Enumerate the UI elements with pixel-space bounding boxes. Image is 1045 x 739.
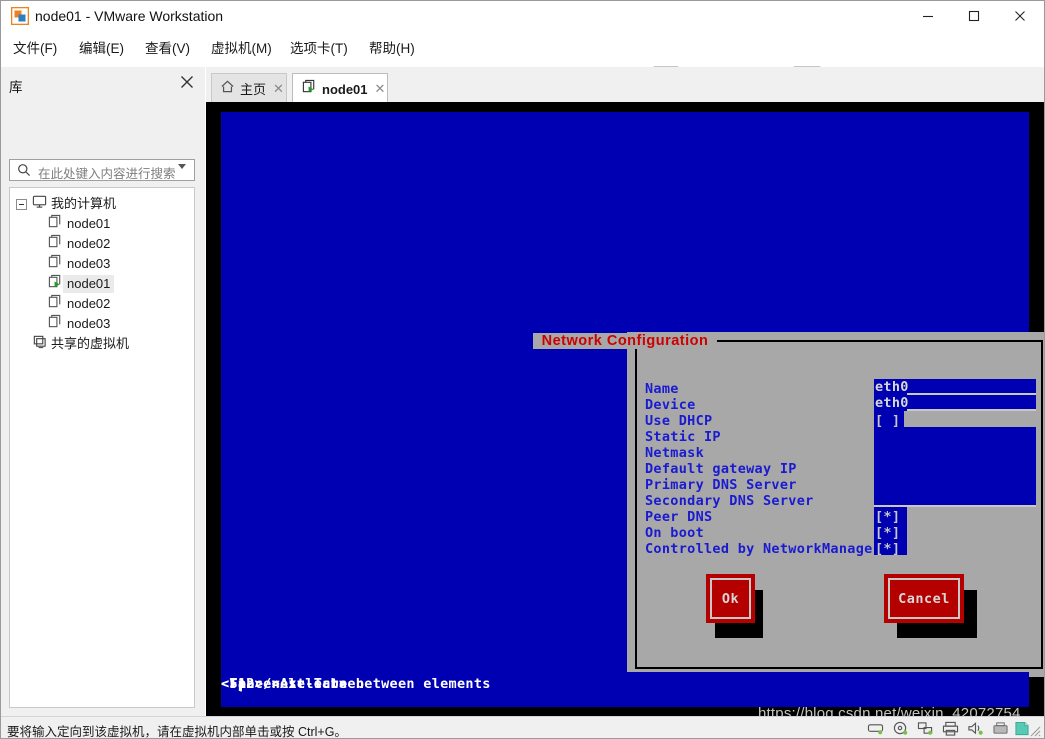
status-printer-icon[interactable] bbox=[942, 721, 959, 738]
maximize-button[interactable] bbox=[951, 1, 997, 31]
field-input-static-ip[interactable] bbox=[874, 427, 1036, 443]
field-label-primary-dns: Primary DNS Server bbox=[645, 477, 797, 493]
tree-item-label: node02 bbox=[67, 296, 111, 311]
vm-icon bbox=[48, 314, 63, 334]
vm-icon bbox=[48, 294, 63, 314]
vm-icon bbox=[48, 254, 63, 274]
ok-button-label: Ok bbox=[721, 590, 740, 607]
field-input-netmask[interactable] bbox=[874, 443, 1036, 459]
status-message-log-icon[interactable] bbox=[1014, 721, 1030, 738]
vm-guest-screen[interactable]: Network Configuration Name Device Use DH… bbox=[221, 112, 1044, 707]
search-chevron-down-icon[interactable] bbox=[178, 164, 186, 187]
field-value-name: eth0 bbox=[875, 379, 909, 395]
vmware-workstation-window: node01 - VMware Workstation 文件(F) 编辑(E) … bbox=[0, 0, 1045, 739]
field-label-on-boot: On boot bbox=[645, 525, 704, 541]
field-input-primary-dns[interactable] bbox=[874, 475, 1036, 491]
tab-close-icon[interactable]: ✕ bbox=[375, 81, 386, 97]
tree-item-label: 共享的虚拟机 bbox=[51, 336, 130, 351]
minimize-button[interactable] bbox=[905, 1, 951, 31]
menu-tabs[interactable]: 选项卡(T) bbox=[290, 39, 348, 59]
library-close-icon[interactable] bbox=[180, 75, 196, 91]
menu-bar: 文件(F) 编辑(E) 查看(V) 虚拟机(M) 选项卡(T) 帮助(H) bbox=[1, 31, 1044, 92]
vm-running-icon bbox=[302, 79, 317, 99]
window-title: node01 - VMware Workstation bbox=[35, 8, 224, 24]
field-label-device: Device bbox=[645, 397, 696, 413]
tab-strip: 主页 ✕ node01 ✕ bbox=[206, 67, 1044, 104]
menu-help[interactable]: 帮助(H) bbox=[369, 39, 415, 59]
cancel-button[interactable]: Cancel bbox=[884, 574, 964, 623]
collapse-icon[interactable] bbox=[16, 198, 27, 210]
vm-running-icon bbox=[48, 274, 63, 294]
vmware-logo-icon bbox=[10, 6, 30, 26]
tui-hint-bar: <Tab>/<Alt-Tab> between elements | <Spac… bbox=[221, 672, 1029, 696]
field-input-secondary-dns[interactable] bbox=[874, 491, 1036, 507]
tree-item-shared-vms[interactable]: 共享的虚拟机 bbox=[32, 334, 133, 354]
menu-vm[interactable]: 虚拟机(M) bbox=[211, 39, 272, 59]
tab-label: 主页 bbox=[240, 82, 267, 97]
checkbox-value-networkmanager: [*] bbox=[875, 541, 901, 557]
status-network-icon[interactable] bbox=[917, 721, 934, 738]
search-placeholder: 在此处键入内容进行搜索 bbox=[38, 167, 176, 181]
search-icon bbox=[17, 163, 31, 182]
tree-item-node01-b[interactable]: node01 bbox=[48, 274, 115, 294]
resize-grip-icon[interactable] bbox=[1029, 724, 1041, 738]
computer-icon bbox=[32, 194, 47, 214]
status-sound-icon[interactable] bbox=[967, 721, 984, 738]
field-label-peer-dns: Peer DNS bbox=[645, 509, 713, 525]
field-value-device: eth0 bbox=[875, 395, 909, 411]
vm-library-tree[interactable]: 我的计算机 node01 node02 node03 node01 node02… bbox=[9, 187, 195, 708]
menu-edit[interactable]: 编辑(E) bbox=[79, 39, 124, 59]
field-label-secondary-dns: Secondary DNS Server bbox=[645, 493, 814, 509]
library-panel: 库 在此处键入内容进行搜索 我的计算机 node01 node02 node03… bbox=[1, 67, 205, 716]
library-title: 库 bbox=[9, 80, 23, 95]
cancel-button-label: Cancel bbox=[898, 590, 950, 607]
search-input[interactable]: 在此处键入内容进行搜索 bbox=[9, 159, 195, 186]
ok-button[interactable]: Ok bbox=[706, 574, 755, 623]
field-label-gateway: Default gateway IP bbox=[645, 461, 797, 477]
checkbox-value-on-boot: [*] bbox=[875, 525, 901, 541]
tree-item-node02-b[interactable]: node02 bbox=[48, 294, 114, 314]
tree-item-node03-a[interactable]: node03 bbox=[48, 254, 114, 274]
menu-view[interactable]: 查看(V) bbox=[145, 39, 190, 59]
home-icon bbox=[220, 79, 235, 99]
tab-node01[interactable]: node01 ✕ bbox=[292, 73, 388, 104]
tree-item-my-computer[interactable]: 我的计算机 bbox=[16, 194, 120, 214]
tab-close-icon[interactable]: ✕ bbox=[273, 81, 284, 97]
field-label-name: Name bbox=[645, 381, 679, 397]
vm-icon bbox=[48, 214, 63, 234]
checkbox-value-peer-dns: [*] bbox=[875, 509, 901, 525]
tree-item-node03-b[interactable]: node03 bbox=[48, 314, 114, 334]
hint-f12: <F12> next screen bbox=[221, 676, 365, 692]
tree-item-label: node03 bbox=[67, 256, 111, 271]
menu-file[interactable]: 文件(F) bbox=[13, 39, 57, 59]
dialog-title: Network Configuration bbox=[221, 333, 1029, 349]
tree-item-label: node03 bbox=[67, 316, 111, 331]
tree-item-label: node02 bbox=[67, 236, 111, 251]
shared-vm-icon bbox=[32, 334, 47, 354]
status-harddisk-icon[interactable] bbox=[867, 721, 884, 738]
vm-icon bbox=[48, 234, 63, 254]
field-input-name[interactable]: eth0 bbox=[874, 379, 1036, 395]
tree-item-node02-a[interactable]: node02 bbox=[48, 234, 114, 254]
field-label-netmask: Netmask bbox=[645, 445, 704, 461]
checkbox-value-use-dhcp: [ ] bbox=[875, 413, 901, 429]
field-input-gateway[interactable] bbox=[874, 459, 1036, 475]
tree-item-label: node01 bbox=[67, 216, 111, 231]
status-usb-icon[interactable] bbox=[992, 721, 1009, 738]
title-bar: node01 - VMware Workstation bbox=[1, 1, 1044, 31]
field-label-use-dhcp: Use DHCP bbox=[645, 413, 713, 429]
status-message: 要将输入定向到该虚拟机，请在虚拟机内部单击或按 Ctrl+G。 bbox=[7, 725, 347, 739]
close-button[interactable] bbox=[997, 1, 1043, 31]
status-cdrom-icon[interactable] bbox=[892, 721, 909, 738]
field-label-static-ip: Static IP bbox=[645, 429, 721, 445]
field-input-device[interactable]: eth0 bbox=[874, 395, 1036, 411]
tree-item-label: 我的计算机 bbox=[51, 196, 117, 211]
status-bar: 要将输入定向到该虚拟机，请在虚拟机内部单击或按 Ctrl+G。 bbox=[1, 716, 1044, 739]
field-label-networkmanager: Controlled by NetworkManager bbox=[645, 541, 881, 557]
tree-item-label: node01 bbox=[63, 275, 115, 293]
tab-label: node01 bbox=[322, 81, 368, 97]
vm-console-area[interactable]: Network Configuration Name Device Use DH… bbox=[206, 102, 1044, 716]
tree-item-node01-a[interactable]: node01 bbox=[48, 214, 114, 234]
tab-home[interactable]: 主页 ✕ bbox=[211, 73, 287, 103]
